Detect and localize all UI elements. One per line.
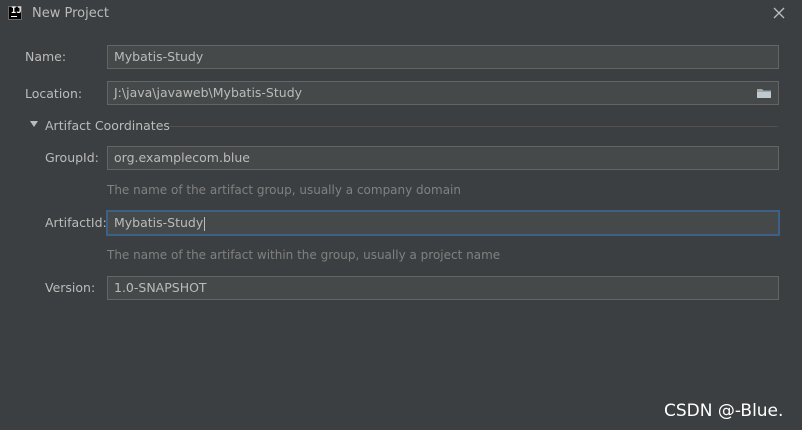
location-input[interactable]: J:\java\javaweb\Mybatis-Study <box>107 81 779 105</box>
version-label: Version: <box>45 280 96 295</box>
groupid-hint: The name of the artifact group, usually … <box>107 183 461 197</box>
name-label: Name: <box>25 49 67 64</box>
location-label: Location: <box>25 86 83 101</box>
name-value: Mybatis-Study <box>114 49 204 64</box>
artifactid-input[interactable]: Mybatis-Study <box>107 211 779 235</box>
section-divider <box>170 126 778 127</box>
version-value: 1.0-SNAPSHOT <box>114 280 207 295</box>
folder-icon[interactable] <box>756 87 772 99</box>
version-input[interactable]: 1.0-SNAPSHOT <box>107 276 779 300</box>
artifact-coordinates-label[interactable]: Artifact Coordinates <box>45 118 170 133</box>
artifact-coordinates-section: Artifact Coordinates <box>30 117 780 135</box>
close-icon <box>773 7 785 19</box>
watermark: CSDN @-Blue. <box>664 401 784 421</box>
dialog-title: New Project <box>32 6 109 21</box>
artifactid-label: ArtifactId: <box>45 215 107 230</box>
groupid-label: GroupId: <box>45 150 99 165</box>
name-input[interactable]: Mybatis-Study <box>107 45 779 69</box>
title-bar: IJ New Project <box>0 0 802 28</box>
groupid-value: org.examplecom.blue <box>114 150 250 165</box>
artifactid-hint: The name of the artifact within the grou… <box>107 248 501 262</box>
new-project-dialog: IJ New Project Name: Mybatis-Study Locat… <box>0 0 802 430</box>
location-value: J:\java\javaweb\Mybatis-Study <box>114 85 303 100</box>
triangle-down-icon[interactable] <box>30 121 38 127</box>
intellij-icon: IJ <box>8 6 22 20</box>
close-button[interactable] <box>770 4 788 22</box>
text-caret <box>204 216 206 231</box>
groupid-input[interactable]: org.examplecom.blue <box>107 146 779 170</box>
artifactid-value: Mybatis-Study <box>114 215 204 230</box>
